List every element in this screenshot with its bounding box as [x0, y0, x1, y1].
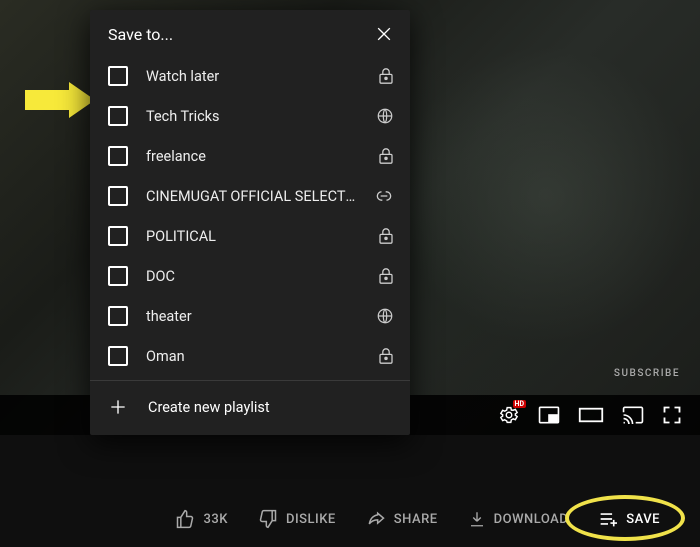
dislike-label: DISLIKE [286, 512, 336, 527]
playlist-name: CINEMUGAT OFFICIAL SELECTION [146, 188, 356, 205]
like-button[interactable]: 33K [175, 509, 228, 529]
dialog-title: Save to... [108, 25, 173, 44]
playlist-name: Watch later [146, 68, 360, 85]
create-playlist-button[interactable]: Create new playlist [90, 381, 410, 435]
playlist-name: DOC [146, 268, 360, 285]
playlist-checkbox[interactable] [108, 66, 128, 86]
below-player-area [0, 435, 700, 547]
privacy-private-icon [378, 347, 394, 365]
download-label: DOWNLOAD [494, 512, 569, 527]
privacy-private-icon [378, 267, 394, 285]
save-to-dialog: Save to... Watch later Tech Tricks freelan… [90, 10, 410, 435]
playlist-row[interactable]: DOC [90, 256, 410, 296]
playlist-name: Tech Tricks [146, 108, 358, 125]
playlist-row[interactable]: Tech Tricks [90, 96, 410, 136]
playlist-row[interactable]: CINEMUGAT OFFICIAL SELECTION [90, 176, 410, 216]
hd-badge: HD [513, 400, 527, 408]
playlist-checkbox[interactable] [108, 226, 128, 246]
fullscreen-icon[interactable] [662, 405, 682, 425]
plus-icon [108, 397, 128, 417]
playlist-name: POLITICAL [146, 228, 360, 245]
privacy-private-icon [378, 147, 394, 165]
privacy-unlisted-icon [374, 190, 394, 202]
subscribe-button[interactable]: SUBSCRIBE [614, 368, 680, 379]
save-label: SAVE [626, 512, 660, 527]
playlist-row[interactable]: freelance [90, 136, 410, 176]
download-button[interactable]: DOWNLOAD [468, 509, 569, 529]
playlist-checkbox[interactable] [108, 266, 128, 286]
action-row: 33K DISLIKE SHARE DOWNLOAD SAVE [0, 509, 700, 529]
playlist-row[interactable]: Oman [90, 336, 410, 376]
playlist-checkbox[interactable] [108, 106, 128, 126]
playlist-checkbox[interactable] [108, 306, 128, 326]
playlist-row[interactable]: Watch later [90, 56, 410, 96]
playlist-checkbox[interactable] [108, 146, 128, 166]
settings-icon[interactable]: HD [498, 404, 520, 426]
privacy-private-icon [378, 227, 394, 245]
create-playlist-label: Create new playlist [148, 399, 270, 416]
playlist-row[interactable]: POLITICAL [90, 216, 410, 256]
playlist-name: freelance [146, 148, 360, 165]
privacy-public-icon [376, 307, 394, 325]
privacy-private-icon [378, 67, 394, 85]
like-count: 33K [203, 512, 228, 527]
playlist-checkbox[interactable] [108, 186, 128, 206]
playlist-checkbox[interactable] [108, 346, 128, 366]
playlist-row[interactable]: theater [90, 296, 410, 336]
playlist-name: theater [146, 308, 358, 325]
privacy-public-icon [376, 107, 394, 125]
share-label: SHARE [394, 512, 438, 527]
save-button[interactable]: SAVE [598, 510, 660, 528]
close-icon[interactable] [374, 24, 394, 44]
dislike-button[interactable]: DISLIKE [258, 509, 336, 529]
playlist-name: Oman [146, 348, 360, 365]
share-button[interactable]: SHARE [366, 509, 438, 529]
theater-mode-icon[interactable] [578, 406, 604, 424]
cast-icon[interactable] [622, 406, 644, 424]
miniplayer-icon[interactable] [538, 406, 560, 424]
